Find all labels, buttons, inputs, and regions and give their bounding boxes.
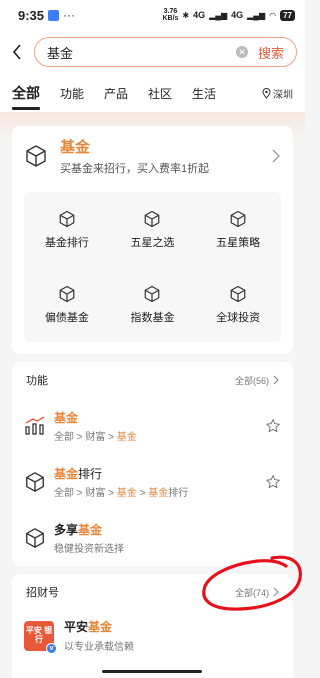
search-button[interactable]: 搜索 xyxy=(258,43,292,62)
cube-icon xyxy=(230,285,246,302)
shortcut-label: 偏债基金 xyxy=(44,311,89,324)
clear-icon[interactable]: ✕ xyxy=(235,46,248,58)
cube-icon xyxy=(26,472,44,492)
tab-life[interactable]: 生活 xyxy=(192,85,216,102)
fund-card-subtitle: 买基金来招行，买入费率1折起 xyxy=(60,163,210,175)
cube-icon xyxy=(59,210,75,227)
search-query[interactable]: 基金 xyxy=(47,43,236,62)
function-path: 全部 > 财富 > 基金 xyxy=(54,432,137,443)
cube-icon xyxy=(26,145,46,167)
location-pin-icon xyxy=(262,87,271,99)
signal-bars-icon: ▂▄▆ xyxy=(209,10,228,20)
status-bar: 9:35 ··· 3.76 KB/s ✱ 4G ▂▄▆ 4G ▂▄▆ ◠ 77 xyxy=(0,0,305,30)
fund-shortcut-grid: 基金排行 五星之选 五星策略 偏债基金 指数基金 全球投资 xyxy=(24,192,281,342)
zhaocaihao-item-pingan[interactable]: 平安 银行 v 平安基金 以专业承载信赖 xyxy=(12,610,293,661)
function-title: 基金 xyxy=(54,411,79,425)
fund-card-header[interactable]: 基金 买基金来招行，买入费率1折起 xyxy=(12,126,293,186)
zhaocaihao-text: 平安基金 以专业承载信赖 xyxy=(64,618,134,653)
search-input[interactable]: 基金 ✕ 搜索 xyxy=(34,37,297,67)
notification-app-icon xyxy=(48,9,60,21)
network-speed: 3.76 KB/s xyxy=(162,8,179,22)
bar-chart-icon xyxy=(25,416,45,435)
function-title: 基金排行 xyxy=(54,467,103,481)
back-button[interactable] xyxy=(8,40,26,64)
signal-4g-icon: 4G xyxy=(193,10,206,20)
zhaocaihao-header: 招财号 全部(74) xyxy=(12,574,293,610)
function-path: 全部 > 财富 > 基金 > 基金排行 xyxy=(54,488,189,499)
signal-4g-icon-2: 4G xyxy=(231,10,244,20)
fund-feature-card: 基金 买基金来招行，买入费率1折起 基金排行 五星之选 五星策略 偏债基金 指数… xyxy=(12,126,293,354)
shortcut-label: 五星策略 xyxy=(216,236,261,249)
shortcut-label: 基金排行 xyxy=(44,236,89,249)
fund-card-text: 基金 买基金来招行，买入费率1折起 xyxy=(60,136,209,176)
zhaocaihao-name: 平安基金 xyxy=(64,620,113,634)
tab-community[interactable]: 社区 xyxy=(148,85,172,102)
wifi-icon: ◠ xyxy=(269,10,277,20)
function-item-fund-ranking[interactable]: 基金排行 全部 > 财富 > 基金 > 基金排行 xyxy=(12,454,293,510)
shortcut-bond-fund[interactable]: 偏债基金 xyxy=(24,267,110,342)
zhaocaihao-view-all[interactable]: 全部(74) xyxy=(235,586,279,599)
shortcut-label: 全球投资 xyxy=(216,311,261,324)
function-item-fund[interactable]: 基金 全部 > 财富 > 基金 xyxy=(12,398,293,454)
search-header: 基金 ✕ 搜索 xyxy=(0,30,305,74)
functions-section: 功能 全部(56) 基金 全部 > 财富 > 基金 基金排行 全部 > 财富 >… xyxy=(12,362,293,566)
battery-indicator: 77 xyxy=(280,9,295,21)
functions-view-all[interactable]: 全部(56) xyxy=(235,374,279,387)
chevron-right-icon xyxy=(272,149,280,163)
shortcut-global-investment[interactable]: 全球投资 xyxy=(195,267,281,342)
section-title: 招财号 xyxy=(26,587,59,599)
function-text: 多享基金 稳健投资新选择 xyxy=(54,521,124,555)
cube-icon xyxy=(26,528,44,548)
zhaocaihao-section: 招财号 全部(74) 平安 银行 v 平安基金 以专业承载信赖 xyxy=(12,574,293,678)
shortcut-label: 指数基金 xyxy=(130,311,175,324)
star-favorite-icon[interactable] xyxy=(265,474,281,490)
verified-badge-icon: v xyxy=(46,642,57,654)
category-tabs: 全部 功能 产品 社区 生活 深圳 xyxy=(0,74,305,112)
bluetooth-icon: ✱ xyxy=(182,10,190,20)
tab-all[interactable]: 全部 xyxy=(12,83,40,110)
status-time: 9:35 xyxy=(18,7,45,23)
shortcut-index-fund[interactable]: 指数基金 xyxy=(110,267,196,342)
cube-icon xyxy=(59,285,75,302)
location-name: 深圳 xyxy=(273,89,293,101)
shortcut-five-star-strategy[interactable]: 五星策略 xyxy=(195,192,281,267)
section-title: 功能 xyxy=(26,375,48,387)
star-favorite-icon[interactable] xyxy=(265,418,281,434)
chevron-right-icon xyxy=(273,375,279,385)
avatar: 平安 银行 v xyxy=(24,620,57,654)
function-title: 多享基金 xyxy=(54,523,103,537)
status-right: 3.76 KB/s ✱ 4G ▂▄▆ 4G ▂▄▆ ◠ 77 xyxy=(162,8,295,22)
functions-header: 功能 全部(56) xyxy=(12,362,293,398)
signal-bars-icon-2: ▂▄▆ xyxy=(247,10,266,20)
location-selector[interactable]: 深圳 xyxy=(262,86,293,101)
function-text: 基金排行 全部 > 财富 > 基金 > 基金排行 xyxy=(54,465,188,499)
function-text: 基金 全部 > 财富 > 基金 xyxy=(54,409,137,443)
shortcut-label: 五星之选 xyxy=(130,236,175,249)
cube-icon xyxy=(145,285,160,302)
more-notifications-icon: ··· xyxy=(63,8,76,22)
fund-card-title: 基金 xyxy=(60,139,91,156)
tab-function[interactable]: 功能 xyxy=(60,85,84,102)
zhaocaihao-desc: 以专业承载信赖 xyxy=(64,642,134,653)
chevron-left-icon xyxy=(12,44,21,60)
function-item-duoxiang-fund[interactable]: 多享基金 稳健投资新选择 xyxy=(12,510,293,566)
shortcut-fund-ranking[interactable]: 基金排行 xyxy=(24,192,110,267)
cube-icon xyxy=(230,210,246,227)
function-desc: 稳健投资新选择 xyxy=(54,544,124,555)
home-indicator[interactable] xyxy=(102,670,202,673)
tab-product[interactable]: 产品 xyxy=(104,85,128,102)
shortcut-five-star-picks[interactable]: 五星之选 xyxy=(110,192,196,267)
cube-icon xyxy=(145,210,160,227)
chevron-right-icon xyxy=(273,587,279,597)
